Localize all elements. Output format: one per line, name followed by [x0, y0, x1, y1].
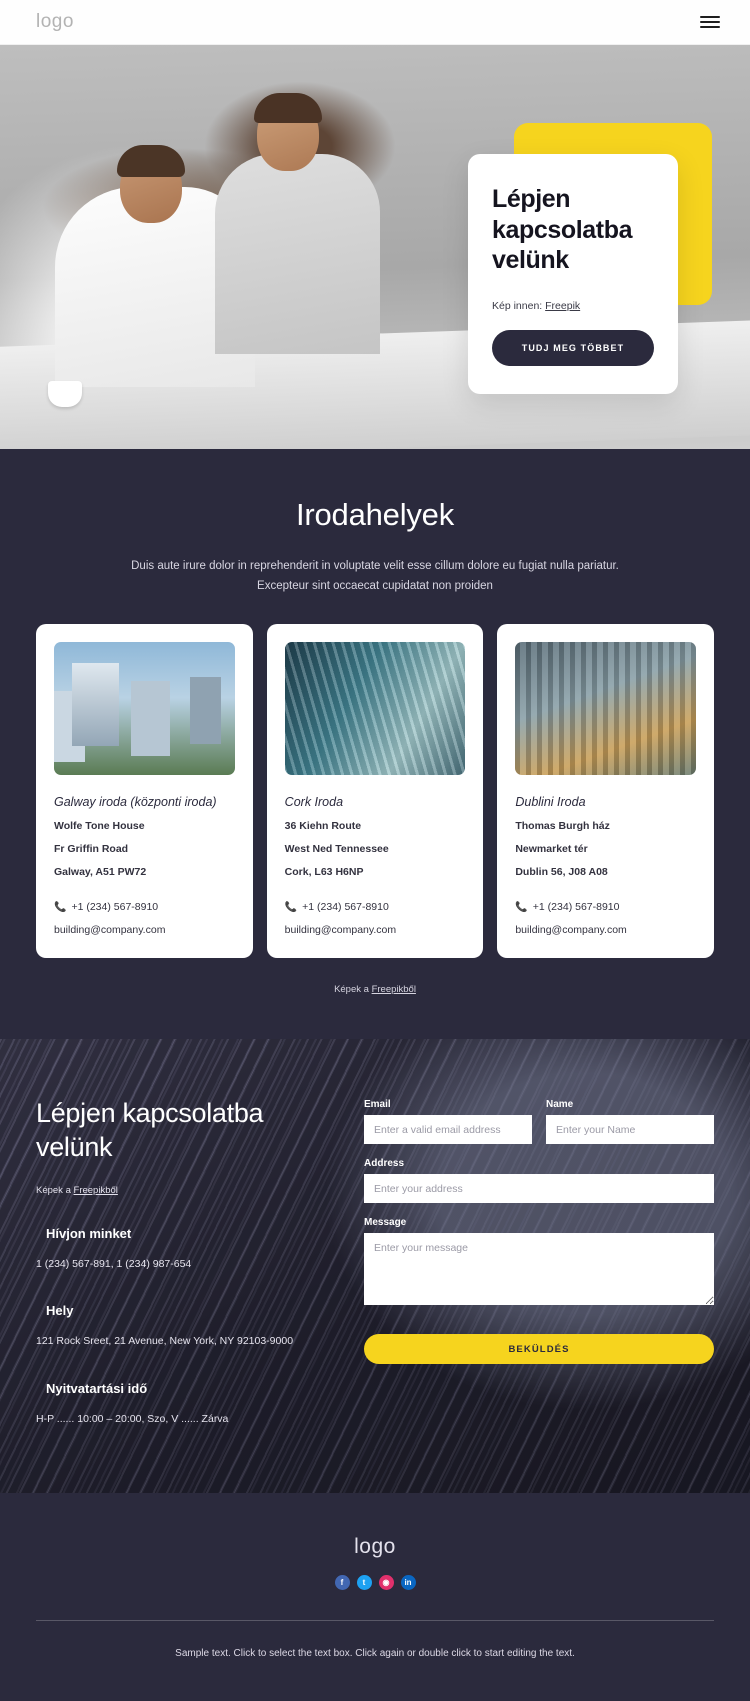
instagram-icon[interactable]: ◉	[378, 1575, 394, 1591]
linkedin-icon[interactable]: in	[400, 1575, 416, 1591]
address-input[interactable]	[364, 1174, 714, 1204]
site-header: logo	[0, 0, 750, 45]
offices-credit-link[interactable]: Freepikből	[372, 984, 416, 995]
office-address-line: Cork, L63 H6NP	[284, 866, 364, 879]
coffee-cup	[48, 381, 82, 407]
twitter-icon[interactable]: t	[356, 1575, 372, 1591]
social-links: f t ◉ in	[0, 1575, 750, 1591]
contact-image-credit: Képek a Freepikből	[36, 1185, 336, 1196]
office-email[interactable]: building@company.com	[515, 924, 696, 936]
office-name: Dublini Iroda	[515, 795, 586, 810]
office-address-line: Dublin 56, J08 A08	[515, 866, 608, 879]
offices-image-credit: Képek a Freepikből	[0, 984, 750, 995]
footer-note: Sample text. Click to select the text bo…	[0, 1645, 750, 1663]
hero-image-credit: Kép innen: Freepik	[492, 300, 654, 312]
hours-block: Nyitvatartási idő H-P ...... 10:00 – 20:…	[36, 1381, 336, 1429]
office-address-line: Galway, A51 PW72	[54, 866, 147, 879]
hero-person-seated-hair	[117, 145, 185, 177]
office-card[interactable]: Cork Iroda 36 Kiehn Route West Ned Tenne…	[266, 624, 484, 959]
office-address-line: West Ned Tennessee	[284, 843, 389, 856]
message-label: Message	[364, 1217, 407, 1229]
learn-more-button[interactable]: TUDJ MEG TÖBBET	[492, 329, 654, 366]
office-phone: +1 (234) 567-8910	[71, 901, 159, 914]
footer-logo[interactable]: logo	[0, 1535, 750, 1559]
facebook-icon[interactable]: f	[334, 1575, 350, 1591]
office-phone-row[interactable]: 📞 +1 (234) 567-8910	[515, 901, 696, 913]
location-title: Hely	[46, 1303, 74, 1319]
contact-info-column: Lépjen kapcsolatba velünk Képek a Freepi…	[36, 1097, 336, 1429]
office-phone-row[interactable]: 📞 +1 (234) 567-8910	[285, 901, 466, 913]
offices-credit-prefix: Képek a	[334, 984, 369, 996]
offices-subtitle-line-2: Excepteur sint occaecat cupidatat non pr…	[257, 579, 493, 592]
office-address-line: 36 Kiehn Route	[284, 820, 362, 833]
offices-heading: Irodahelyek	[295, 497, 455, 532]
call-us-block: Hívjon minket 1 (234) 567-891, 1 (234) 9…	[36, 1226, 336, 1274]
email-label: Email	[364, 1099, 391, 1111]
office-phone: +1 (234) 567-8910	[302, 901, 389, 914]
office-address-line: Wolfe Tone House	[54, 820, 145, 833]
site-footer: logo f t ◉ in Sample text. Click to sele…	[0, 1493, 750, 1701]
offices-subtitle: Duis aute irure dolor in reprehenderit i…	[0, 557, 750, 596]
office-phone: +1 (234) 567-8910	[532, 901, 620, 914]
footer-divider	[36, 1620, 714, 1622]
hero-credit-prefix: Kép innen:	[492, 299, 543, 312]
phone-icon: 📞	[54, 901, 67, 913]
contact-heading: Lépjen kapcsolatba velünk	[36, 1098, 264, 1162]
office-address-line: Thomas Burgh ház	[515, 820, 610, 833]
hours-title: Nyitvatartási idő	[46, 1381, 148, 1397]
footer-note-line-1: Sample text. Click to select the text bo…	[175, 1648, 482, 1660]
office-name: Galway iroda (központi iroda)	[54, 795, 217, 810]
call-us-value: 1 (234) 567-891, 1 (234) 987-654	[36, 1257, 192, 1270]
hero-section: Lépjen kapcsolatba velünk Kép innen: Fre…	[0, 45, 750, 449]
hero-person-standing	[215, 154, 380, 354]
site-logo[interactable]: logo	[36, 11, 74, 33]
hamburger-menu-icon[interactable]	[700, 13, 720, 31]
message-input[interactable]	[364, 1233, 714, 1306]
name-field-group: Name	[546, 1099, 714, 1145]
hamburger-bar	[700, 16, 720, 18]
submit-button[interactable]: BEKÜLDÉS	[364, 1334, 714, 1365]
office-phone-row[interactable]: 📞 +1 (234) 567-8910	[54, 901, 235, 913]
location-value: 121 Rock Sreet, 21 Avenue, New York, NY …	[36, 1335, 294, 1348]
contact-section: Lépjen kapcsolatba velünk Képek a Freepi…	[0, 1039, 750, 1494]
call-us-title: Hívjon minket	[46, 1225, 132, 1241]
hero-credit-link[interactable]: Freepik	[545, 300, 580, 312]
office-name: Cork Iroda	[284, 795, 344, 810]
name-input[interactable]	[546, 1115, 714, 1145]
office-email[interactable]: building@company.com	[285, 924, 466, 936]
location-block: Hely 121 Rock Sreet, 21 Avenue, New York…	[36, 1303, 336, 1351]
offices-section: Irodahelyek Duis aute irure dolor in rep…	[0, 449, 750, 1040]
office-photo	[515, 642, 697, 776]
office-card-list: Galway iroda (központi iroda) Wolfe Tone…	[0, 624, 750, 959]
email-field-group: Email	[364, 1099, 532, 1145]
contact-credit-link[interactable]: Freepikből	[74, 1185, 118, 1196]
address-label: Address	[364, 1158, 405, 1170]
hero-card: Lépjen kapcsolatba velünk Kép innen: Fre…	[468, 154, 678, 394]
hero-person-standing-hair	[254, 93, 322, 123]
hero-title: Lépjen kapcsolatba velünk	[492, 185, 633, 274]
hamburger-bar	[700, 21, 720, 23]
address-field-group: Address	[364, 1158, 714, 1204]
contact-form: Email Name Address Message BEKÜLDÉS	[364, 1097, 714, 1429]
hours-value: H-P ...... 10:00 – 20:00, Szo, V ...... …	[36, 1413, 229, 1426]
offices-subtitle-line-1: Duis aute irure dolor in reprehenderit i…	[131, 560, 619, 572]
phone-icon: 📞	[284, 901, 298, 913]
contact-credit-prefix: Képek a	[36, 1184, 71, 1196]
office-card[interactable]: Galway iroda (központi iroda) Wolfe Tone…	[36, 624, 253, 959]
name-label: Name	[546, 1099, 574, 1111]
office-photo	[54, 642, 235, 776]
office-address-line: Fr Griffin Road	[54, 843, 129, 856]
email-input[interactable]	[364, 1115, 532, 1145]
hamburger-bar	[700, 26, 720, 28]
office-photo	[284, 642, 466, 776]
message-field-group: Message	[364, 1217, 714, 1310]
footer-note-line-2: start editing the text.	[484, 1648, 575, 1660]
phone-icon: 📞	[515, 901, 528, 913]
office-address-line: Newmarket tér	[515, 843, 588, 856]
office-email[interactable]: building@company.com	[54, 924, 235, 936]
office-card[interactable]: Dublini Iroda Thomas Burgh ház Newmarket…	[497, 624, 715, 959]
